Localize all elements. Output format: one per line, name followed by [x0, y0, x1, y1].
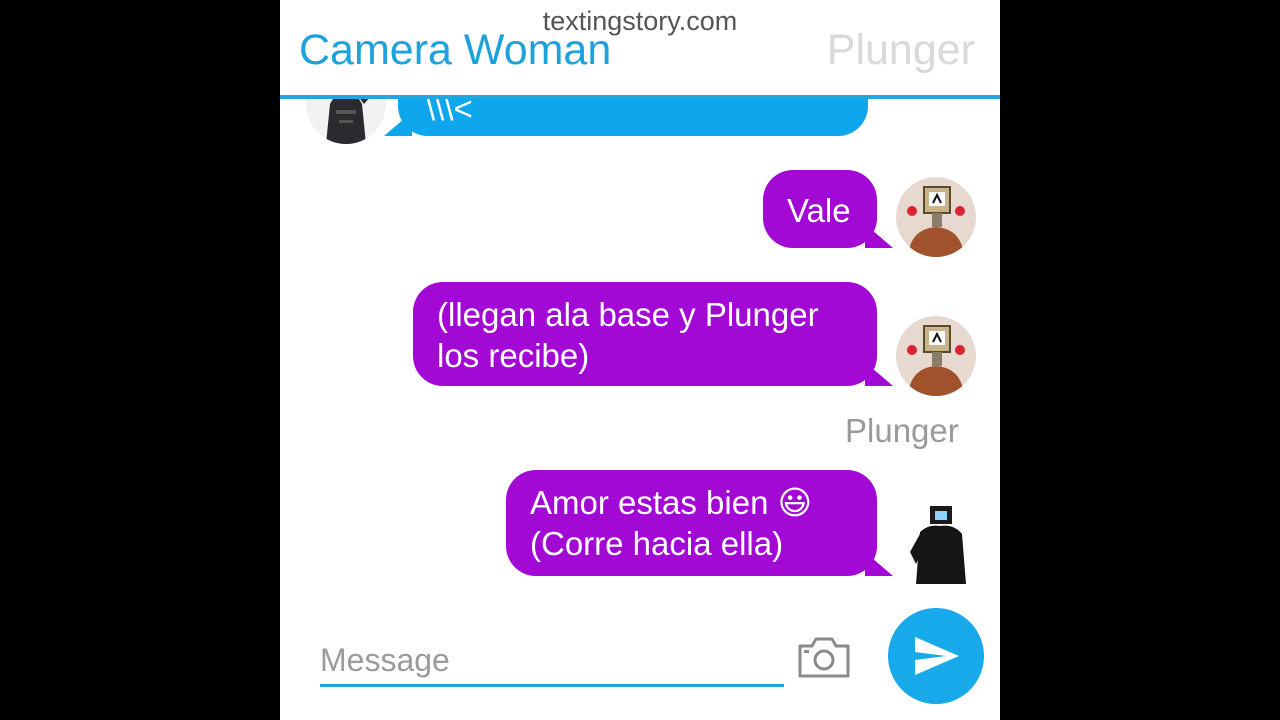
message-bubble-outgoing[interactable]: (llegan ala base y Plunger los recibe) — [413, 282, 877, 386]
message-bubble-outgoing[interactable]: Amor estas bien 😃 (Corre hacia ella) — [506, 470, 877, 576]
send-icon — [915, 637, 959, 675]
watermark: textingstory.com — [542, 6, 738, 36]
send-button[interactable] — [888, 608, 984, 704]
message-text: Vale — [787, 192, 851, 229]
plunger-avatar — [896, 316, 976, 396]
message-bubble-outgoing[interactable]: Vale — [763, 170, 877, 248]
message-line: Amor estas bien 😃 — [530, 484, 813, 521]
sender-name-label: Plunger — [845, 412, 959, 449]
chat-screen: \\\< Vale (llegan ala base y Plunger los… — [280, 0, 1000, 720]
message-input[interactable] — [320, 636, 784, 687]
tv-man-avatar — [904, 502, 976, 584]
camera-button[interactable] — [796, 634, 852, 680]
plunger-avatar — [896, 177, 976, 257]
message-line: (Corre hacia ella) — [530, 525, 784, 562]
message-text: (llegan ala base y Plunger los recibe) — [437, 294, 819, 376]
message-line: (llegan ala base y Plunger — [437, 296, 819, 333]
header-divider — [280, 95, 1000, 99]
message-line: los recibe) — [437, 337, 590, 374]
camera-icon — [798, 637, 850, 678]
message-text: Amor estas bien 😃 (Corre hacia ella) — [530, 482, 812, 564]
